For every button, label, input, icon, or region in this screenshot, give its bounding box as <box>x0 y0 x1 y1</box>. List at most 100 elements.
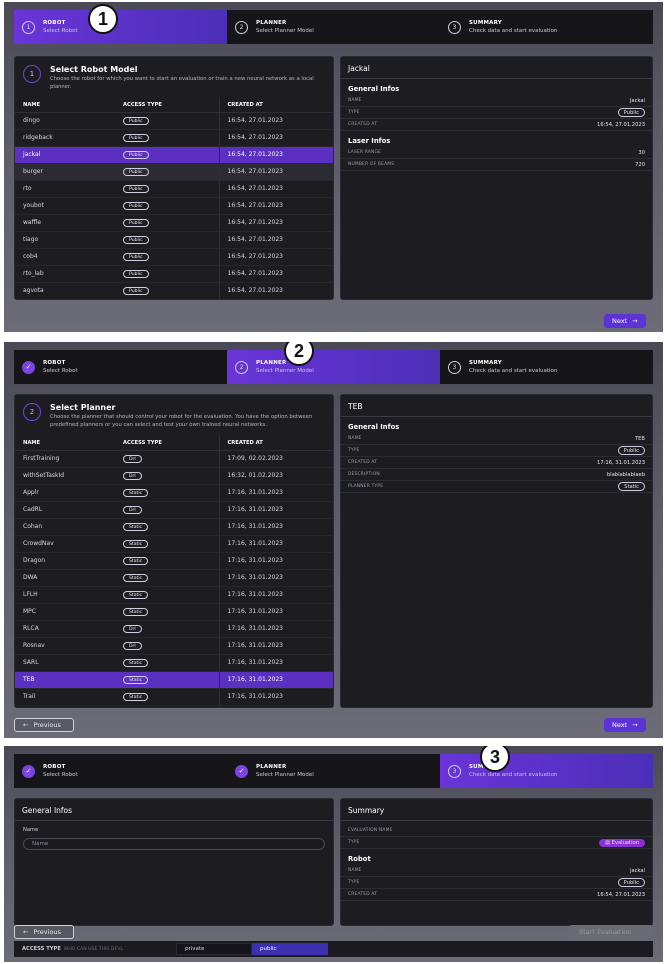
table-row[interactable]: waffle Public 16:54, 27.01.2023 <box>15 214 333 232</box>
row-name: rto_lab <box>15 265 115 283</box>
row-created-at: 17:09, 02.02.2023 <box>218 450 333 468</box>
table-row[interactable]: dingo Public 16:54, 27.01.2023 <box>15 112 333 130</box>
step-summary[interactable]: 3 SUMMARY Check data and start evaluatio… <box>440 10 653 44</box>
table-row[interactable]: jackal Public 16:54, 27.01.2023 <box>15 146 333 164</box>
access-type-pill: Public <box>123 236 149 245</box>
column-header[interactable]: NAME <box>15 435 115 451</box>
info-key: PLANNER TYPE <box>348 484 384 489</box>
step-robot[interactable]: ✓ ROBOT Select Robot <box>14 754 227 788</box>
access-type-pill: Public <box>123 185 149 194</box>
step-planner[interactable]: 2 PLANNER Select Planner Model <box>227 10 440 44</box>
table-row[interactable]: youbot Public 16:54, 27.01.2023 <box>15 197 333 215</box>
next-button[interactable]: Next → <box>604 314 646 328</box>
row-access-cell: Drl <box>115 637 219 655</box>
table-row[interactable]: Trail Static 17:16, 31.01.2023 <box>15 688 333 706</box>
planner-list-card: 2 Select Planner Choose the planner that… <box>14 394 334 708</box>
info-row: NAME Jackal <box>341 95 652 107</box>
row-created-at: 17:16, 31.01.2023 <box>218 603 333 621</box>
section-title: Robot <box>348 855 371 863</box>
table-row[interactable]: FirstTraining Drl 17:09, 02.02.2023 <box>15 450 333 468</box>
column-header[interactable]: CREATED AT <box>218 97 333 113</box>
table-row[interactable]: Dragon Static 17:16, 31.01.2023 <box>15 552 333 570</box>
access-type-pill: Drl <box>123 625 142 634</box>
step-robot[interactable]: ✓ ROBOT Select Robot <box>14 350 227 384</box>
row-created-at: 17:16, 31.01.2023 <box>218 671 333 689</box>
table-row[interactable]: withSetTaskId Drl 16:32, 01.02.2023 <box>15 467 333 485</box>
row-created-at: 16:54, 27.01.2023 <box>218 112 333 130</box>
row-created-at: 16:54, 27.01.2023 <box>218 163 333 181</box>
start-evaluation-button[interactable]: Start Evaluation <box>569 925 653 939</box>
table-row[interactable]: burger Public 16:54, 27.01.2023 <box>15 163 333 181</box>
previous-button[interactable]: ← Previous <box>14 718 74 732</box>
step-title: PLANNER <box>256 764 287 770</box>
column-header[interactable]: CREATED AT <box>218 435 333 451</box>
row-created-at: 17:16, 31.01.2023 <box>218 484 333 502</box>
step-planner[interactable]: 2 PLANNER Select Planner Model <box>227 350 440 384</box>
info-row: CREATED AT 16:54, 27.01.2023 <box>341 119 652 131</box>
table-row[interactable]: CrowdNav Static 17:16, 31.01.2023 <box>15 535 333 553</box>
table-row[interactable]: Cohan Static 17:16, 31.01.2023 <box>15 518 333 536</box>
step-number: 3 <box>448 20 461 34</box>
planner-detail-card: TEB General Infos NAME TEB TYPE Public CREAT… <box>340 394 653 708</box>
step-title: ROBOT <box>43 764 66 770</box>
info-value: TEB <box>634 435 645 442</box>
next-button[interactable]: Next → <box>604 718 646 732</box>
table-row[interactable]: Rosnav Drl 17:16, 31.01.2023 <box>15 637 333 655</box>
step-summary[interactable]: 3 SUMMARY Check data and start evaluatio… <box>440 754 653 788</box>
row-name: Cohan <box>15 518 115 536</box>
column-header[interactable]: ACCESS TYPE <box>115 97 219 113</box>
table-row[interactable]: tiago Public 16:54, 27.01.2023 <box>15 231 333 249</box>
name-input[interactable]: Name <box>23 838 325 850</box>
table-row[interactable]: cob4 Public 16:54, 27.01.2023 <box>15 248 333 266</box>
info-pill: Public <box>617 108 645 117</box>
table-row[interactable]: rto_lab Public 16:54, 27.01.2023 <box>15 265 333 283</box>
info-key: EVALUATION NAME <box>348 828 393 833</box>
access-option-private[interactable]: private <box>176 943 252 955</box>
previous-button[interactable]: ← Previous <box>14 925 74 939</box>
column-header[interactable]: ACCESS TYPE <box>115 435 219 451</box>
row-access-cell: Public <box>115 180 219 198</box>
row-created-at: 17:16, 31.01.2023 <box>218 569 333 587</box>
table-row[interactable]: SARL Static 17:16, 31.01.2023 <box>15 654 333 672</box>
step-robot[interactable]: 1 ROBOT Select Robot <box>14 10 227 44</box>
info-row: NAME TEB <box>341 433 652 445</box>
access-type-pill: Public <box>123 253 149 262</box>
row-access-cell: Static <box>115 688 219 706</box>
card-title: Summary <box>341 799 652 821</box>
step-planner[interactable]: ✓ PLANNER Select Planner Model <box>227 754 440 788</box>
table-row[interactable]: LFLH Static 17:16, 31.01.2023 <box>15 586 333 604</box>
table-row[interactable]: MPC Static 17:16, 31.01.2023 <box>15 603 333 621</box>
step-subtitle: Select Planner Model <box>256 368 314 374</box>
row-access-cell: Static <box>115 671 219 689</box>
info-row: TYPE Public <box>341 107 652 119</box>
step-title: ROBOT <box>43 360 66 366</box>
info-row: CREATED AT 16:54, 27.01.2023 <box>341 889 652 901</box>
table-row[interactable]: Applr Static 17:16, 31.01.2023 <box>15 484 333 502</box>
row-created-at: 17:16, 31.01.2023 <box>218 518 333 536</box>
row-created-at: 16:54, 27.01.2023 <box>218 146 333 164</box>
info-key: CREATED AT <box>348 892 378 897</box>
table-row[interactable]: RLCA Drl 17:16, 31.01.2023 <box>15 620 333 638</box>
table-row[interactable]: DWA Static 17:16, 31.01.2023 <box>15 569 333 587</box>
row-access-cell: Public <box>115 163 219 181</box>
info-key: LASER RANGE <box>348 150 382 155</box>
row-name: CadRL <box>15 501 115 519</box>
table-row[interactable]: rto Public 16:54, 27.01.2023 <box>15 180 333 198</box>
column-header[interactable]: NAME <box>15 97 115 113</box>
info-value: blablablablaeb <box>606 471 645 478</box>
row-access-cell: Public <box>115 146 219 164</box>
row-access-cell: Static <box>115 552 219 570</box>
table-row[interactable]: CadRL Drl 17:16, 31.01.2023 <box>15 501 333 519</box>
robot-step-screen: 1 ROBOT Select Robot 2 PLANNER Select Pl… <box>4 2 663 332</box>
access-type-pill: Static <box>123 693 149 702</box>
access-type-pill: Drl <box>123 506 142 515</box>
info-key: NAME <box>348 868 362 873</box>
access-option-public[interactable]: public <box>252 943 328 955</box>
step-summary[interactable]: 3 SUMMARY Check data and start evaluatio… <box>440 350 653 384</box>
table-row[interactable]: ridgeback Public 16:54, 27.01.2023 <box>15 129 333 147</box>
row-name: TEB <box>15 671 115 689</box>
table-row[interactable]: agvota Public 16:54, 27.01.2023 <box>15 282 333 299</box>
table-row[interactable]: TEB Static 17:16, 31.01.2023 <box>15 671 333 689</box>
step-title: ROBOT <box>43 20 66 26</box>
row-created-at: 16:54, 27.01.2023 <box>218 180 333 198</box>
